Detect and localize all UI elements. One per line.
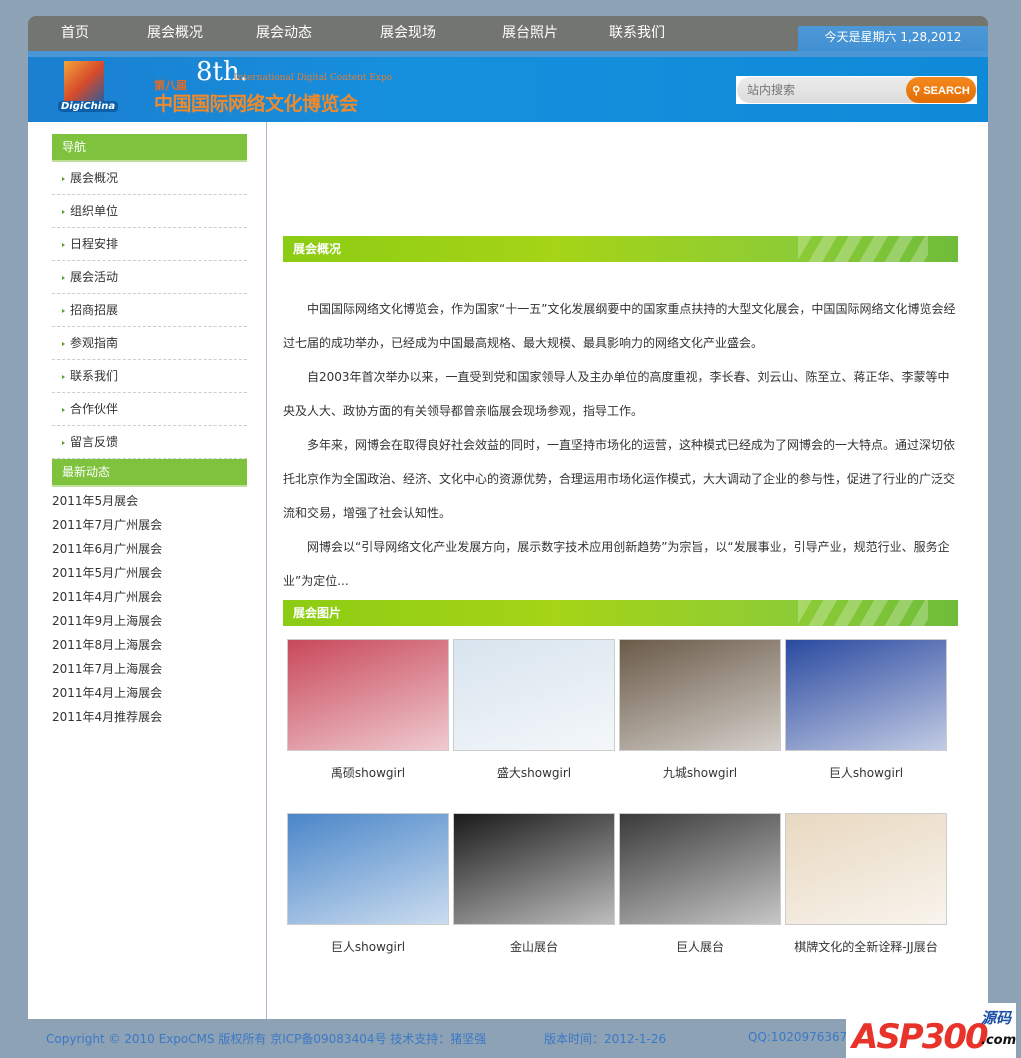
photo-caption[interactable]: 九城showgirl [619, 764, 781, 781]
footer-qq: QQ:1020976367 [748, 1030, 848, 1044]
photo-card: 盛大showgirl [453, 639, 619, 813]
photo-card: 巨人showgirl [785, 639, 951, 813]
sidebar-item[interactable]: 展会活动 [52, 261, 247, 294]
banner: DigiChina 第八届 8th. International Digital… [28, 51, 988, 122]
photo-caption[interactable]: 金山展台 [453, 938, 615, 955]
search-button-label: SEARCH [923, 84, 970, 97]
search-button[interactable]: ⚲ SEARCH [906, 77, 976, 103]
photo-caption[interactable]: 盛大showgirl [453, 764, 615, 781]
overview-header: 展会概况 [283, 236, 958, 262]
footer-version: 版本时间：2012-1-26 [544, 1032, 667, 1046]
sidebar-news-title: 最新动态 [52, 459, 247, 487]
photo-card: 巨人showgirl [287, 813, 453, 987]
photo-card: 九城showgirl [619, 639, 785, 813]
content-area: 导航 展会概况 组织单位 日程安排 展会活动 招商招展 参观指南 联系我们 合作伙伴 留言反馈 … [28, 122, 988, 1019]
paragraph: 自2003年首次举办以来，一直受到党和国家领导人及主办单位的高度重视，李长春、刘… [283, 370, 950, 418]
sidebar-item[interactable]: 参观指南 [52, 327, 247, 360]
footer-copyright: Copyright © 2010 ExpoCMS 版权所有 京ICP备09083… [46, 1032, 487, 1046]
watermark-brand: ASP300 [852, 1017, 989, 1057]
photo-thumbnail[interactable] [453, 639, 615, 751]
sidebar: 导航 展会概况 组织单位 日程安排 展会活动 招商招展 参观指南 联系我们 合作伙伴 留言反馈 … [52, 134, 247, 729]
logo-text: DigiChina [58, 101, 119, 112]
logo-mark-icon [64, 61, 104, 106]
sidebar-item[interactable]: 留言反馈 [52, 426, 247, 459]
sidebar-item[interactable]: 展会概况 [52, 162, 247, 195]
sidebar-item[interactable]: 招商招展 [52, 294, 247, 327]
chinese-title: 中国国际网络文化博览会 [154, 93, 358, 115]
sidebar-item[interactable]: 日程安排 [52, 228, 247, 261]
nav-overview[interactable]: 展会概况 [147, 22, 203, 42]
photo-caption[interactable]: 棋牌文化的全新诠释-JJ展台 [785, 938, 947, 955]
news-link[interactable]: 2011年4月上海展会 [52, 681, 247, 705]
nav-live[interactable]: 展会现场 [380, 22, 436, 42]
photo-card: 棋牌文化的全新诠释-JJ展台 [785, 813, 951, 987]
news-link[interactable]: 2011年5月广州展会 [52, 561, 247, 585]
nav-contact[interactable]: 联系我们 [609, 22, 665, 42]
paragraph: 网博会以“引导网络文化产业发展方向，展示数字技术应用创新趋势”为宗旨，以“发展事… [283, 540, 950, 588]
photo-thumbnail[interactable] [287, 639, 449, 751]
photo-thumbnail[interactable] [453, 813, 615, 925]
news-link[interactable]: 2011年8月上海展会 [52, 633, 247, 657]
overview-text: 中国国际网络文化博览会，作为国家“十一五”文化发展纲要中的国家重点扶持的大型文化… [283, 262, 958, 600]
photo-gallery: 禹硕showgirl 盛大showgirl 九城showgirl 巨人showgirl… [283, 639, 958, 987]
column-divider [266, 122, 267, 1019]
nav-photos[interactable]: 展台照片 [502, 22, 558, 42]
photo-thumbnail[interactable] [619, 813, 781, 925]
news-link[interactable]: 2011年5月展会 [52, 489, 247, 513]
digichina-logo[interactable]: DigiChina [54, 61, 124, 119]
paragraph: 中国国际网络文化博览会，作为国家“十一五”文化发展纲要中的国家重点扶持的大型文化… [283, 302, 956, 350]
asp300-watermark: ASP300 源码 .com [846, 1003, 1016, 1058]
photo-caption[interactable]: 巨人showgirl [287, 938, 449, 955]
search-box: ⚲ SEARCH [736, 76, 977, 104]
photo-caption[interactable]: 巨人展台 [619, 938, 781, 955]
paragraph: 多年来，网博会在取得良好社会效益的同时，一直坚持市场化的运营，这种模式已经成为了… [283, 438, 956, 520]
top-nav: 首页 展会概况 展会动态 展会现场 展台照片 联系我们 今天是星期六 1,28,… [28, 16, 988, 56]
english-title: International Digital Content Expo [234, 73, 393, 83]
photo-thumbnail[interactable] [785, 639, 947, 751]
photo-thumbnail[interactable] [619, 639, 781, 751]
nav-news[interactable]: 展会动态 [256, 22, 312, 42]
watermark-suffix: 源码 [981, 1009, 1012, 1027]
page-container: 首页 展会概况 展会动态 展会现场 展台照片 联系我们 今天是星期六 1,28,… [28, 16, 988, 1019]
main-content: 展会概况 中国国际网络文化博览会，作为国家“十一五”文化发展纲要中的国家重点扶持… [283, 236, 958, 987]
photo-caption[interactable]: 禹硕showgirl [287, 764, 449, 781]
photo-caption[interactable]: 巨人showgirl [785, 764, 947, 781]
watermark-domain: .com [981, 1033, 1017, 1048]
news-link[interactable]: 2011年4月广州展会 [52, 585, 247, 609]
nav-home[interactable]: 首页 [61, 22, 89, 42]
photo-card: 禹硕showgirl [287, 639, 453, 813]
sidebar-item[interactable]: 合作伙伴 [52, 393, 247, 426]
sidebar-item[interactable]: 组织单位 [52, 195, 247, 228]
news-link[interactable]: 2011年7月上海展会 [52, 657, 247, 681]
photo-thumbnail[interactable] [785, 813, 947, 925]
photos-header: 展会图片 [283, 600, 958, 626]
news-link[interactable]: 2011年9月上海展会 [52, 609, 247, 633]
photo-thumbnail[interactable] [287, 813, 449, 925]
search-icon: ⚲ [912, 84, 924, 97]
photo-card: 巨人展台 [619, 813, 785, 987]
news-link[interactable]: 2011年6月广州展会 [52, 537, 247, 561]
sidebar-nav-title: 导航 [52, 134, 247, 162]
news-link[interactable]: 2011年7月广州展会 [52, 513, 247, 537]
news-link[interactable]: 2011年4月推荐展会 [52, 705, 247, 729]
sidebar-item[interactable]: 联系我们 [52, 360, 247, 393]
photo-card: 金山展台 [453, 813, 619, 987]
